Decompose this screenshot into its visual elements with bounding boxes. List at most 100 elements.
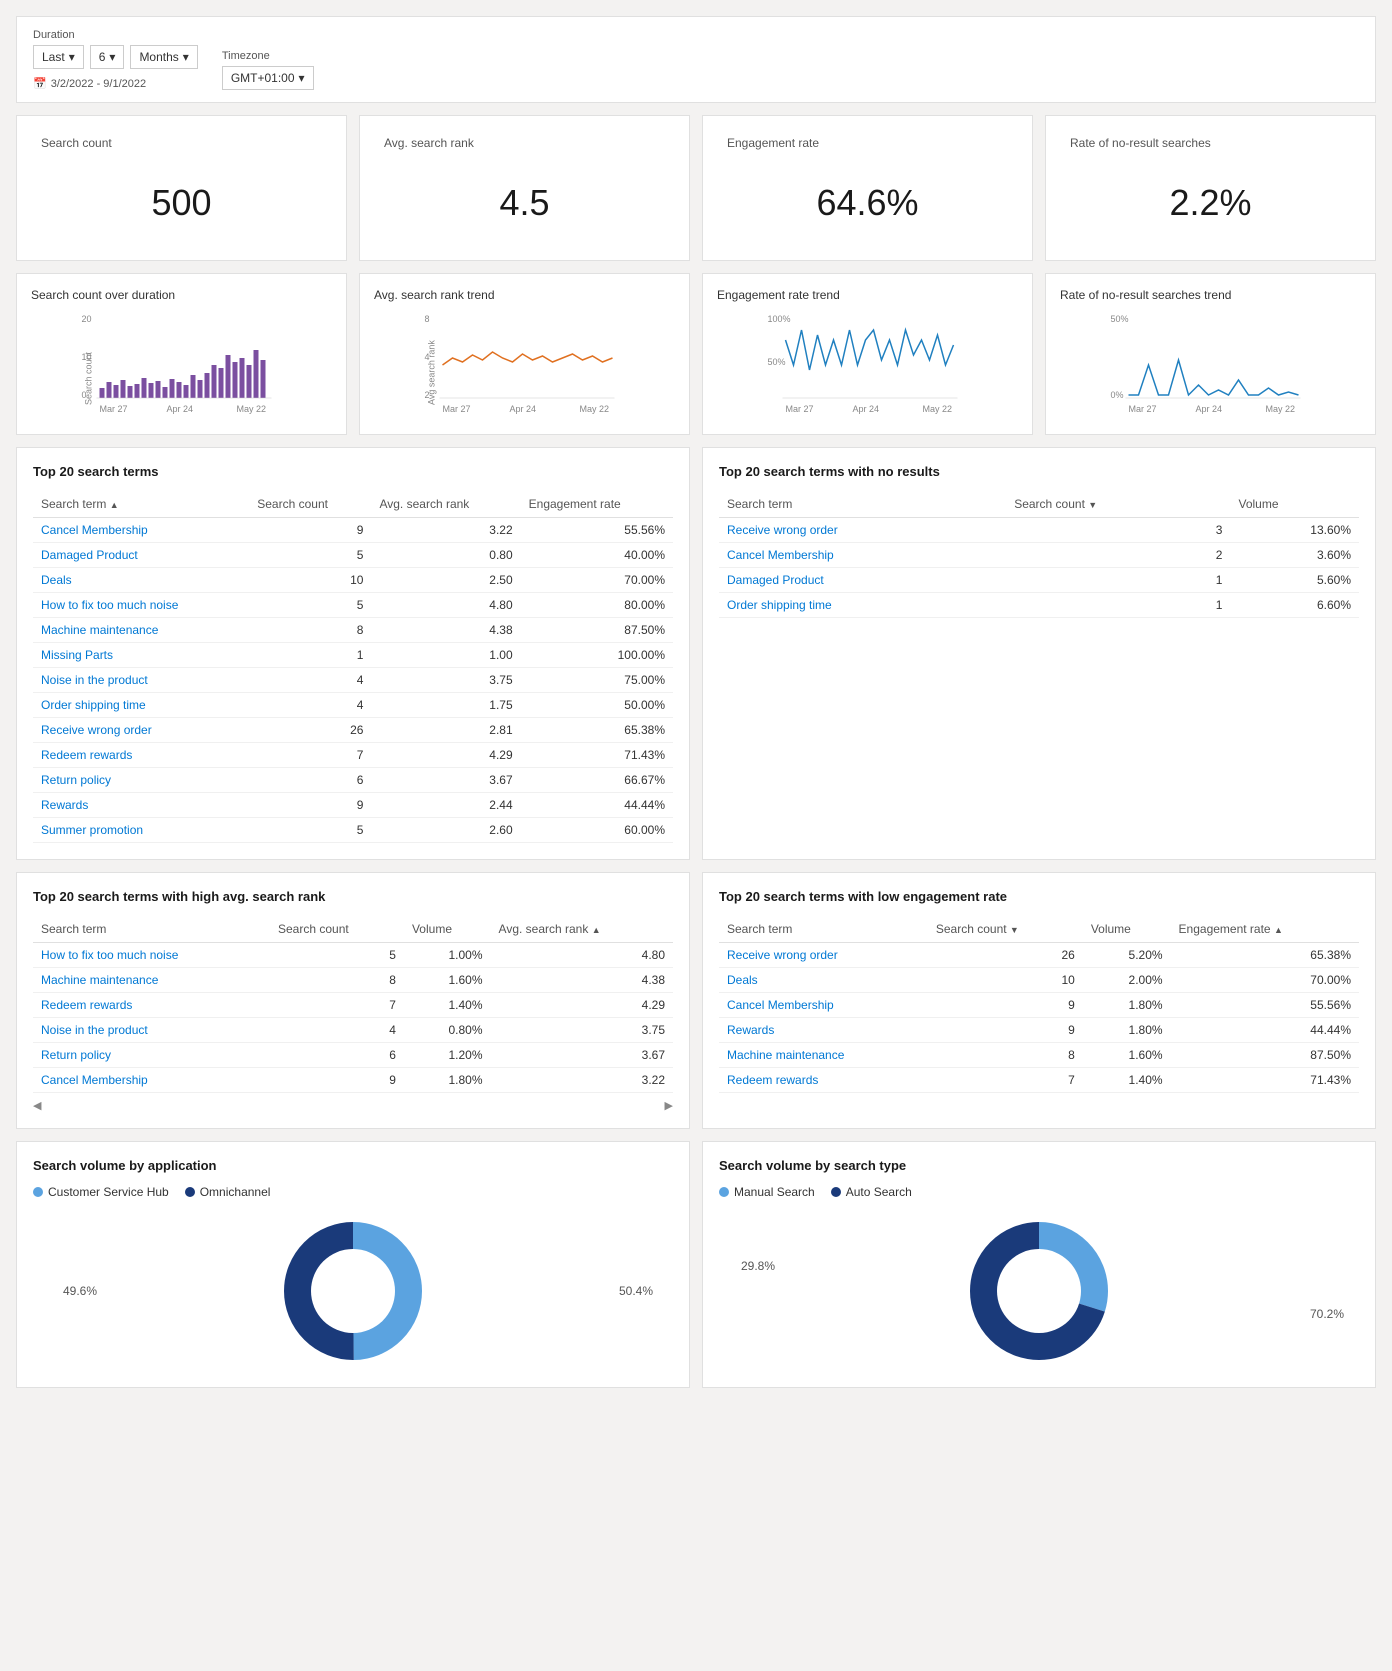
chart-area-1: 8 4 2 Avg search rank Mar 27 Apr 24 May …	[374, 310, 675, 420]
table-row: Order shipping time41.7550.00%	[33, 693, 673, 718]
metric-card-engagement: Engagement rate 64.6%	[702, 115, 1033, 261]
col-le-term[interactable]: Search term	[719, 916, 928, 943]
donut1-title: Search volume by application	[33, 1158, 673, 1173]
col-hr-rank[interactable]: Avg. search rank ▲	[491, 916, 673, 943]
donut-searchtype: Search volume by search type Manual Sear…	[702, 1141, 1376, 1388]
noresult-table: Search term Search count ▼ Volume Receiv…	[719, 491, 1359, 618]
table-row: Rewards91.80%44.44%	[719, 1018, 1359, 1043]
table-row: How to fix too much noise51.00%4.80	[33, 943, 673, 968]
legend-dot-2	[719, 1187, 729, 1197]
legend-label-3: Auto Search	[846, 1185, 912, 1199]
table-row: Deals102.00%70.00%	[719, 968, 1359, 993]
high-rank-table: Search term Search count Volume Avg. sea…	[33, 916, 673, 1093]
noresult-title: Top 20 search terms with no results	[719, 464, 1359, 479]
table-row: Noise in the product40.80%3.75	[33, 1018, 673, 1043]
svg-text:Apr 24: Apr 24	[167, 404, 194, 414]
chart-area-3: 50% 0% Mar 27 Apr 24 May 22	[1060, 310, 1361, 420]
table-row: Receive wrong order313.60%	[719, 518, 1359, 543]
svg-text:0%: 0%	[1111, 390, 1124, 400]
chart-area-2: 100% 50% Mar 27 Apr 24 May 22	[717, 310, 1018, 420]
donut2-label-left: 29.8%	[741, 1259, 775, 1273]
duration-unit-select[interactable]: Months ▾	[130, 45, 197, 69]
table-row: Damaged Product50.8040.00%	[33, 543, 673, 568]
col-search-count[interactable]: Search count	[249, 491, 371, 518]
timezone-label: Timezone	[222, 50, 314, 62]
table-row: Deals102.5070.00%	[33, 568, 673, 593]
table-row: Return policy63.6766.67%	[33, 768, 673, 793]
table-row: Return policy61.20%3.67	[33, 1043, 673, 1068]
table-row: Machine maintenance81.60%4.38	[33, 968, 673, 993]
donut2-label-right: 70.2%	[1310, 1307, 1344, 1321]
donut2-legend: Manual Search Auto Search	[719, 1185, 1359, 1199]
donut1-label-right: 50.4%	[619, 1284, 653, 1298]
svg-text:Mar 27: Mar 27	[786, 404, 814, 414]
donut-charts-row: Search volume by application Customer Se…	[16, 1141, 1376, 1388]
high-rank-title: Top 20 search terms with high avg. searc…	[33, 889, 673, 904]
duration-control: Duration Last ▾ 6 ▾ Months ▾ 📅 3/2/2022 …	[33, 29, 198, 90]
low-engage-title: Top 20 search terms with low engagement …	[719, 889, 1359, 904]
svg-text:Apr 24: Apr 24	[510, 404, 537, 414]
svg-text:May 22: May 22	[923, 404, 953, 414]
svg-text:20: 20	[82, 314, 92, 324]
col-nr-volume[interactable]: Volume	[1230, 491, 1359, 518]
duration-type-select[interactable]: Last ▾	[33, 45, 84, 69]
col-engagement[interactable]: Engagement rate	[521, 491, 673, 518]
svg-text:Apr 24: Apr 24	[853, 404, 880, 414]
table-row: Cancel Membership91.80%55.56%	[719, 993, 1359, 1018]
timezone-control: Timezone GMT+01:00 ▾	[222, 50, 314, 90]
chart-area-0: 20 10 0 Search count	[31, 310, 332, 420]
svg-text:Mar 27: Mar 27	[100, 404, 128, 414]
calendar-icon: 📅	[33, 77, 47, 90]
donut1-legend: Customer Service Hub Omnichannel	[33, 1185, 673, 1199]
charts-row: Search count over duration 20 10 0 Searc…	[16, 273, 1376, 435]
col-search-term[interactable]: Search term ▲	[33, 491, 249, 518]
noresult-card: Top 20 search terms with no results Sear…	[702, 447, 1376, 860]
legend-item-0: Customer Service Hub	[33, 1185, 169, 1199]
top20-tables-row: Top 20 search terms Search term ▲ Search…	[16, 447, 1376, 860]
legend-dot-0	[33, 1187, 43, 1197]
legend-label-0: Customer Service Hub	[48, 1185, 169, 1199]
top-controls: Duration Last ▾ 6 ▾ Months ▾ 📅 3/2/2022 …	[16, 16, 1376, 103]
duration-label: Duration	[33, 29, 198, 41]
legend-label-2: Manual Search	[734, 1185, 815, 1199]
low-engage-table: Search term Search count ▼ Volume Engage…	[719, 916, 1359, 1093]
svg-text:May 22: May 22	[580, 404, 610, 414]
low-engage-card: Top 20 search terms with low engagement …	[702, 872, 1376, 1129]
metric-label-1: Avg. search rank	[384, 136, 665, 150]
table-row: Redeem rewards71.40%4.29	[33, 993, 673, 1018]
metric-card-search-count: Search count 500	[16, 115, 347, 261]
col-le-volume[interactable]: Volume	[1083, 916, 1171, 943]
chart-avg-rank: Avg. search rank trend 8 4 2 Avg search …	[359, 273, 690, 435]
col-nr-term[interactable]: Search term	[719, 491, 1006, 518]
col-nr-count[interactable]: Search count ▼	[1006, 491, 1230, 518]
svg-text:Apr 24: Apr 24	[1196, 404, 1223, 414]
svg-text:8: 8	[425, 314, 430, 324]
timezone-select[interactable]: GMT+01:00 ▾	[222, 66, 314, 90]
high-rank-card: Top 20 search terms with high avg. searc…	[16, 872, 690, 1129]
donut2-chart: 29.8% 70.2%	[719, 1211, 1359, 1371]
svg-text:Mar 27: Mar 27	[443, 404, 471, 414]
col-le-count[interactable]: Search count ▼	[928, 916, 1083, 943]
chart-engagement: Engagement rate trend 100% 50% Mar 27 Ap…	[702, 273, 1033, 435]
svg-text:100%: 100%	[768, 314, 791, 324]
col-hr-volume[interactable]: Volume	[404, 916, 491, 943]
metric-value-2: 64.6%	[727, 166, 1008, 240]
col-le-engage[interactable]: Engagement rate ▲	[1171, 916, 1359, 943]
col-hr-term[interactable]: Search term	[33, 916, 270, 943]
legend-item-1: Omnichannel	[185, 1185, 271, 1199]
metric-value-0: 500	[41, 166, 322, 240]
svg-text:Avg search rank: Avg search rank	[427, 340, 437, 405]
legend-dot-3	[831, 1187, 841, 1197]
legend-dot-1	[185, 1187, 195, 1197]
date-range: 📅 3/2/2022 - 9/1/2022	[33, 77, 198, 90]
table-row: Redeem rewards71.40%71.43%	[719, 1068, 1359, 1093]
col-avg-rank[interactable]: Avg. search rank	[371, 491, 520, 518]
metric-card-avg-rank: Avg. search rank 4.5	[359, 115, 690, 261]
col-hr-count[interactable]: Search count	[270, 916, 404, 943]
donut1-label-left: 49.6%	[63, 1284, 97, 1298]
table-row: Receive wrong order262.8165.38%	[33, 718, 673, 743]
svg-text:Search count: Search count	[84, 351, 94, 405]
duration-value-select[interactable]: 6 ▾	[90, 45, 125, 69]
svg-text:50%: 50%	[768, 357, 786, 367]
table-row: Cancel Membership23.60%	[719, 543, 1359, 568]
